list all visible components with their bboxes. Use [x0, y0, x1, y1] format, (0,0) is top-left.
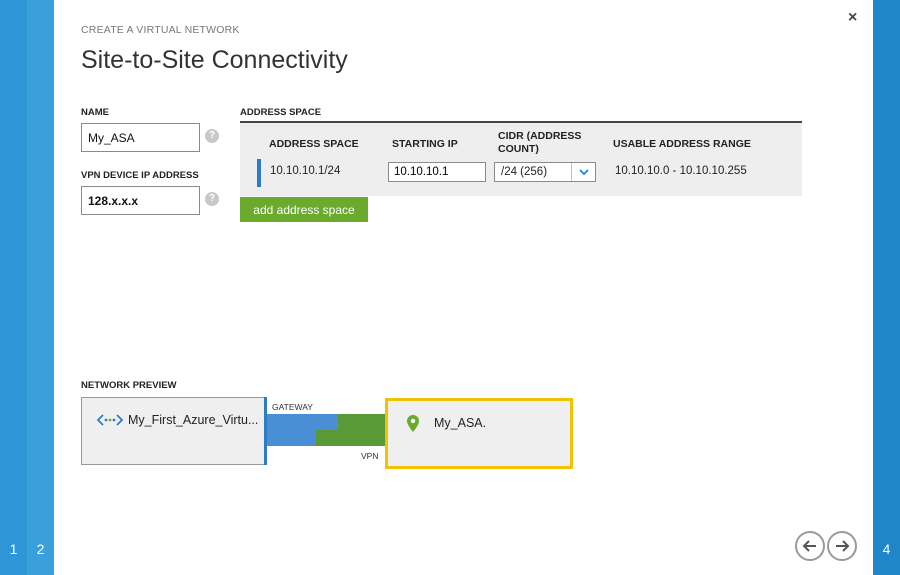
chevron-down-icon[interactable]	[571, 163, 595, 181]
column-header-usable-range: USABLE ADDRESS RANGE	[613, 138, 751, 150]
local-site-node: My_ASA.	[385, 398, 573, 469]
name-label: NAME	[81, 107, 109, 118]
back-button[interactable]	[795, 531, 825, 561]
column-header-cidr: CIDR (ADDRESS COUNT)	[498, 130, 582, 155]
wizard-step-2[interactable]: 2	[27, 0, 54, 575]
starting-ip-input[interactable]	[388, 162, 486, 182]
location-pin-icon	[407, 415, 419, 437]
vpn-device-ip-input[interactable]	[81, 186, 200, 215]
virtual-network-icon	[96, 413, 124, 432]
vpn-label: VPN	[361, 451, 379, 461]
virtual-network-name: My_First_Azure_Virtu...	[128, 413, 259, 427]
step-number: 2	[36, 541, 45, 557]
network-preview-label: NETWORK PREVIEW	[81, 380, 177, 391]
row-selection-indicator	[257, 159, 261, 187]
next-button[interactable]	[827, 531, 857, 561]
virtual-network-node: My_First_Azure_Virtu...	[81, 397, 265, 465]
column-header-address-space: ADDRESS SPACE	[269, 138, 359, 150]
gateway-label: GATEWAY	[272, 402, 313, 412]
local-site-name: My_ASA.	[434, 416, 487, 430]
page-title: Site-to-Site Connectivity	[81, 46, 348, 74]
step-number: 4	[882, 541, 891, 557]
name-input[interactable]	[81, 123, 200, 152]
close-button[interactable]: ×	[848, 10, 857, 26]
vpn-connection-graphic	[267, 414, 385, 446]
wizard-subtitle: CREATE A VIRTUAL NETWORK	[81, 24, 240, 36]
cidr-selected-value: /24 (256)	[501, 166, 548, 178]
wizard-step-1[interactable]: 1	[0, 0, 27, 575]
step-number: 1	[9, 541, 18, 557]
add-address-space-button[interactable]: add address space	[240, 197, 368, 222]
vpn-device-ip-label: VPN DEVICE IP ADDRESS	[81, 170, 199, 181]
column-header-starting-ip: STARTING IP	[392, 138, 458, 150]
help-icon[interactable]: ?	[205, 192, 219, 206]
help-icon[interactable]: ?	[205, 129, 219, 143]
cidr-select[interactable]: /24 (256)	[494, 162, 596, 182]
address-space-table: ADDRESS SPACE STARTING IP CIDR (ADDRESS …	[240, 121, 802, 196]
address-space-section-label: ADDRESS SPACE	[240, 107, 322, 118]
usable-range-cell: 10.10.10.0 - 10.10.10.255	[615, 165, 747, 177]
address-space-cell: 10.10.10.1/24	[270, 165, 341, 177]
wizard-step-4[interactable]: 4	[873, 0, 900, 575]
